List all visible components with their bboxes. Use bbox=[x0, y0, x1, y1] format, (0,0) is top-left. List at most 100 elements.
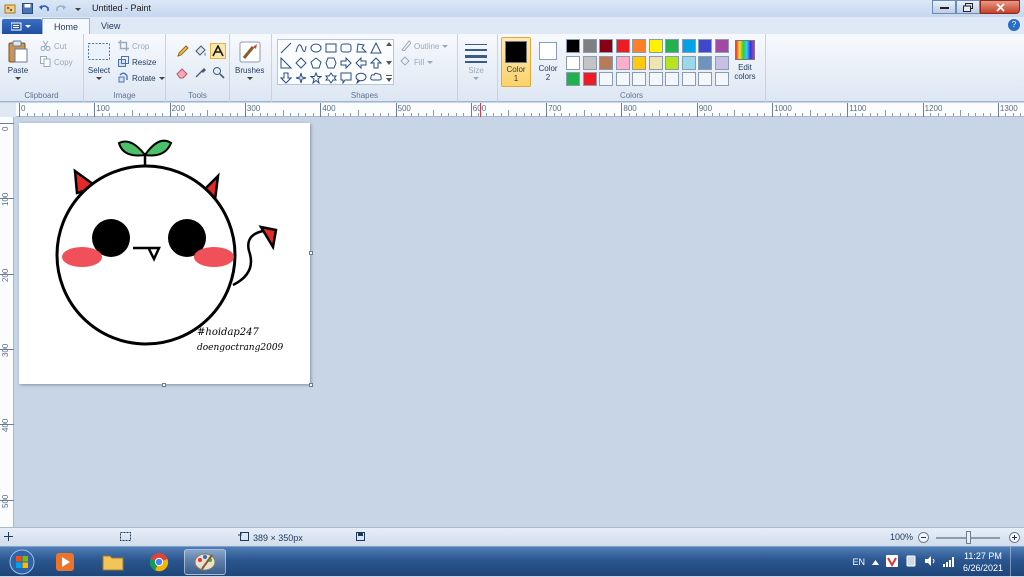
rectangle-shape-icon[interactable] bbox=[324, 41, 338, 55]
resize-handle-bottom[interactable] bbox=[162, 383, 166, 387]
oval-shape-icon[interactable] bbox=[309, 41, 323, 55]
palette-swatch[interactable] bbox=[714, 39, 729, 53]
palette-swatch[interactable] bbox=[582, 55, 597, 70]
line-shape-icon[interactable] bbox=[279, 41, 293, 55]
paint-menu-button[interactable] bbox=[2, 19, 42, 34]
brushes-button[interactable]: Brushes bbox=[235, 40, 264, 81]
taskbar-media-player[interactable] bbox=[44, 549, 86, 575]
oval-callout-shape-icon[interactable] bbox=[354, 71, 368, 85]
save-icon[interactable] bbox=[20, 2, 34, 15]
start-button[interactable] bbox=[3, 548, 41, 576]
six-point-star-shape-icon[interactable] bbox=[324, 71, 338, 85]
taskbar-chrome[interactable] bbox=[138, 549, 180, 575]
palette-swatch[interactable] bbox=[632, 55, 646, 70]
down-arrow-shape-icon[interactable] bbox=[279, 71, 293, 85]
palette-swatch[interactable] bbox=[714, 72, 729, 86]
resize-button[interactable]: Resize bbox=[118, 56, 156, 69]
antivirus-icon[interactable] bbox=[885, 555, 898, 569]
help-icon[interactable]: ? bbox=[1008, 19, 1020, 31]
paste-dropdown-icon[interactable] bbox=[15, 77, 21, 81]
fill-button[interactable]: Fill bbox=[400, 56, 434, 69]
restore-button[interactable] bbox=[956, 0, 980, 14]
palette-swatch[interactable] bbox=[582, 39, 597, 53]
rounded-rectangle-shape-icon[interactable] bbox=[339, 41, 353, 55]
tab-home[interactable]: Home bbox=[42, 18, 91, 34]
resize-handle-corner[interactable] bbox=[309, 383, 313, 387]
color2-button[interactable]: Color 2 bbox=[534, 37, 562, 87]
palette-swatch[interactable] bbox=[681, 55, 696, 70]
cut-button[interactable]: Cut bbox=[40, 40, 66, 53]
taskbar-paint[interactable] bbox=[184, 549, 226, 575]
palette-swatch[interactable] bbox=[665, 72, 679, 86]
palette-swatch[interactable] bbox=[648, 72, 663, 86]
pentagon-shape-icon[interactable] bbox=[309, 56, 323, 70]
palette-swatch[interactable] bbox=[599, 55, 613, 70]
minimize-button[interactable] bbox=[932, 0, 956, 14]
show-desktop-button[interactable] bbox=[1010, 547, 1018, 577]
taskbar-explorer[interactable] bbox=[92, 549, 134, 575]
undo-icon[interactable] bbox=[37, 2, 51, 15]
palette-swatch[interactable] bbox=[665, 55, 679, 70]
eraser-icon[interactable] bbox=[174, 64, 190, 80]
rect-callout-shape-icon[interactable] bbox=[339, 71, 353, 85]
show-hidden-icons[interactable] bbox=[871, 557, 879, 567]
palette-swatch[interactable] bbox=[599, 39, 613, 53]
drawing-canvas[interactable]: #hoidap247 doengoctrang2009 bbox=[19, 123, 310, 384]
diamond-shape-icon[interactable] bbox=[294, 56, 308, 70]
network-icon[interactable] bbox=[942, 556, 956, 569]
right-triangle-shape-icon[interactable] bbox=[279, 56, 293, 70]
size-button[interactable]: Size bbox=[464, 40, 488, 81]
color-picker-icon[interactable] bbox=[192, 64, 208, 80]
cloud-callout-shape-icon[interactable] bbox=[369, 71, 383, 85]
customize-toolbar-icon[interactable] bbox=[71, 2, 85, 15]
five-point-star-shape-icon[interactable] bbox=[309, 71, 323, 85]
zoom-slider-thumb[interactable] bbox=[966, 531, 971, 544]
select-button[interactable]: Select bbox=[87, 40, 111, 81]
close-button[interactable] bbox=[980, 0, 1020, 14]
volume-icon[interactable] bbox=[924, 555, 936, 569]
palette-swatch[interactable] bbox=[698, 39, 712, 53]
palette-swatch[interactable] bbox=[648, 55, 663, 70]
palette-swatch[interactable] bbox=[698, 55, 712, 70]
palette-swatch[interactable] bbox=[714, 55, 729, 70]
palette-swatch[interactable] bbox=[632, 72, 646, 86]
resize-handle-right[interactable] bbox=[309, 251, 313, 255]
palette-swatch[interactable] bbox=[615, 72, 630, 86]
left-arrow-shape-icon[interactable] bbox=[354, 56, 368, 70]
rotate-button[interactable]: Rotate bbox=[118, 72, 165, 85]
palette-swatch[interactable] bbox=[632, 39, 646, 53]
select-dropdown-icon[interactable] bbox=[96, 77, 102, 81]
redo-icon[interactable] bbox=[54, 2, 68, 15]
palette-swatch[interactable] bbox=[582, 72, 597, 86]
fill-bucket-icon[interactable] bbox=[192, 43, 208, 59]
hexagon-shape-icon[interactable] bbox=[324, 56, 338, 70]
tab-view[interactable]: View bbox=[90, 18, 131, 34]
curve-shape-icon[interactable] bbox=[294, 41, 308, 55]
paint-app-icon[interactable] bbox=[3, 2, 17, 15]
edit-colors-button[interactable]: Edit colors bbox=[730, 38, 760, 88]
palette-swatch[interactable] bbox=[681, 72, 696, 86]
up-arrow-shape-icon[interactable] bbox=[369, 56, 383, 70]
palette-swatch[interactable] bbox=[566, 55, 580, 70]
language-indicator[interactable]: EN bbox=[852, 557, 865, 567]
pencil-icon[interactable] bbox=[174, 43, 190, 59]
rotate-dropdown-icon[interactable] bbox=[158, 76, 165, 81]
four-point-star-shape-icon[interactable] bbox=[294, 71, 308, 85]
right-arrow-shape-icon[interactable] bbox=[339, 56, 353, 70]
color1-button[interactable]: Color 1 bbox=[501, 37, 531, 87]
polygon-shape-icon[interactable] bbox=[354, 41, 368, 55]
brushes-dropdown-icon[interactable] bbox=[246, 77, 253, 81]
text-tool-icon[interactable] bbox=[210, 43, 226, 59]
palette-swatch[interactable] bbox=[698, 72, 712, 86]
palette-swatch[interactable] bbox=[566, 72, 580, 86]
magnifier-icon[interactable] bbox=[210, 64, 226, 80]
triangle-shape-icon[interactable] bbox=[369, 41, 383, 55]
outline-button[interactable]: Outline bbox=[400, 40, 449, 53]
paste-button[interactable]: Paste bbox=[6, 40, 30, 81]
crop-button[interactable]: Crop bbox=[118, 40, 149, 53]
palette-swatch[interactable] bbox=[665, 39, 679, 53]
palette-swatch[interactable] bbox=[648, 39, 663, 53]
palette-swatch[interactable] bbox=[599, 72, 613, 86]
palette-swatch[interactable] bbox=[681, 39, 696, 53]
copy-button[interactable]: Copy bbox=[40, 56, 73, 69]
